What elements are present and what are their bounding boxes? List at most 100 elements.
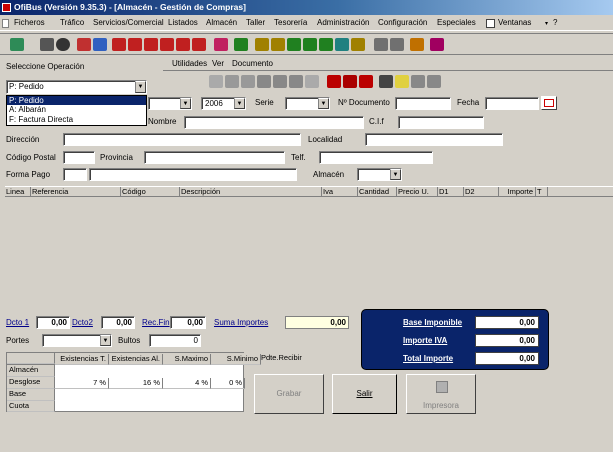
operation-select[interactable]: P: Pedido ▼ [6, 80, 147, 94]
menu-tesoreria[interactable]: Tesorería [274, 18, 307, 27]
operation-option-albaran[interactable]: A: Albarán [7, 105, 146, 115]
col-importe[interactable]: Importe [499, 187, 536, 197]
new-doc-icon[interactable] [209, 75, 223, 88]
cif-input[interactable] [398, 116, 484, 129]
dcto1-label[interactable]: Dcto 1 [6, 318, 29, 327]
formapago-desc-input[interactable] [89, 168, 297, 181]
chevron-down-icon[interactable]: ▼ [100, 335, 111, 346]
bus-icon[interactable] [40, 38, 54, 51]
report-icon-4[interactable] [160, 38, 174, 51]
report-icon-2[interactable] [128, 38, 142, 51]
window-icon-2[interactable] [390, 38, 404, 51]
find-next-icon[interactable] [289, 75, 303, 88]
col-referencia[interactable]: Referencia [31, 187, 121, 197]
chart-icon-7[interactable] [351, 38, 365, 51]
portes-select[interactable]: ▼ [42, 334, 112, 347]
menu-trafico[interactable]: Tráfico [60, 18, 84, 27]
chevron-down-icon[interactable]: ▼ [135, 81, 146, 93]
find-icon[interactable] [273, 75, 287, 88]
chart-icon-3[interactable] [287, 38, 301, 51]
impresora-button[interactable]: Impresora [406, 374, 476, 414]
col-codigo[interactable]: Código [121, 187, 180, 197]
menu-ver[interactable]: Ver [212, 59, 224, 68]
tool-icon-4[interactable] [430, 38, 444, 51]
col-linea[interactable]: Linea [5, 187, 31, 197]
chart-icon-4[interactable] [303, 38, 317, 51]
menu-ficheros[interactable]: Ficheros [14, 18, 45, 27]
series-select[interactable]: ▼ [148, 97, 192, 110]
menu-especiales[interactable]: Especiales [437, 18, 476, 27]
nombre-input[interactable] [184, 116, 364, 129]
report-icon-5[interactable] [176, 38, 190, 51]
grabar-button[interactable]: Grabar [254, 374, 324, 414]
user-icon[interactable] [93, 38, 107, 51]
col-cantidad[interactable]: Cantidad [358, 187, 397, 197]
ndoc-input[interactable] [395, 97, 451, 110]
menu-ventanas[interactable]: Ventanas [498, 18, 531, 27]
fecha-input[interactable] [485, 97, 539, 110]
bultos-input[interactable]: 0 [149, 334, 201, 347]
operation-option-factura[interactable]: F: Factura Directa [7, 115, 146, 125]
dcto2-label[interactable]: Dcto2 [72, 318, 93, 327]
window-icon-3[interactable] [411, 75, 425, 88]
chart-icon-5[interactable] [319, 38, 333, 51]
save-icon[interactable] [379, 75, 393, 88]
delete-icon[interactable] [359, 75, 373, 88]
paste-icon[interactable] [241, 75, 255, 88]
formapago-code-input[interactable] [63, 168, 87, 181]
salir-button[interactable]: Salir [332, 374, 397, 414]
chart-icon-1[interactable] [255, 38, 269, 51]
tool-icon-2[interactable] [234, 38, 248, 51]
tool-icon-3[interactable] [410, 38, 424, 51]
col-iva[interactable]: Iva [322, 187, 358, 197]
col-t[interactable]: T [536, 187, 548, 197]
direccion-input[interactable] [63, 133, 301, 146]
eraser-icon[interactable] [395, 75, 409, 88]
col-d1[interactable]: D1 [438, 187, 464, 197]
menu-documento[interactable]: Documento [232, 59, 273, 68]
chart-icon-6[interactable] [335, 38, 349, 51]
chevron-down-icon[interactable]: ▼ [318, 98, 329, 109]
col-d2[interactable]: D2 [464, 187, 499, 197]
report-icon-1[interactable] [112, 38, 126, 51]
menu-servicios[interactable]: Servicios/Comercial [93, 18, 164, 27]
year-select[interactable]: 2006 ▼ [201, 97, 246, 110]
window-icon-4[interactable] [427, 75, 441, 88]
binoculars-icon[interactable] [257, 75, 271, 88]
menu-configuracion[interactable]: Configuración [378, 18, 427, 27]
operation-option-pedido[interactable]: P: Pedido [7, 96, 146, 105]
calendar-icon[interactable] [541, 96, 557, 110]
col-descripcion[interactable]: Descripción [180, 187, 322, 197]
people-icon[interactable] [77, 38, 91, 51]
almacen-select[interactable]: ▼ [357, 168, 402, 181]
chevron-down-icon[interactable]: ▼ [390, 169, 401, 180]
provincia-input[interactable] [144, 151, 285, 164]
folder-icon[interactable] [343, 75, 357, 88]
chevron-down-icon[interactable]: ▼ [234, 98, 245, 109]
menu-utilidades[interactable]: Utilidades [172, 59, 207, 68]
report-icon-6[interactable] [192, 38, 206, 51]
wheel-icon[interactable] [56, 38, 70, 51]
telf-input[interactable] [319, 151, 433, 164]
recfin-input[interactable]: 0,00 [170, 316, 206, 329]
cp-input[interactable] [63, 151, 95, 164]
col-precio[interactable]: Precio U. [397, 187, 438, 197]
tool-icon-1[interactable] [214, 38, 228, 51]
chart-icon-2[interactable] [271, 38, 285, 51]
localidad-input[interactable] [365, 133, 503, 146]
serie-select[interactable]: ▼ [285, 97, 330, 110]
menu-taller[interactable]: Taller [246, 18, 265, 27]
menu-almacen[interactable]: Almacén [206, 18, 237, 27]
print-preview-icon[interactable] [327, 75, 341, 88]
window-icon-1[interactable] [374, 38, 388, 51]
exit-icon[interactable] [10, 38, 24, 51]
menu-administracion[interactable]: Administración [317, 18, 369, 27]
menu-help[interactable]: ? [553, 18, 557, 27]
dcto1-input[interactable]: 0,00 [36, 316, 70, 329]
tool-icon-5[interactable] [305, 75, 319, 88]
menu-listados[interactable]: Listados [168, 18, 198, 27]
report-icon-3[interactable] [144, 38, 158, 51]
chevron-down-icon[interactable]: ▼ [180, 98, 191, 109]
recfin-label[interactable]: Rec.Fin [142, 318, 170, 327]
copy-icon[interactable] [225, 75, 239, 88]
